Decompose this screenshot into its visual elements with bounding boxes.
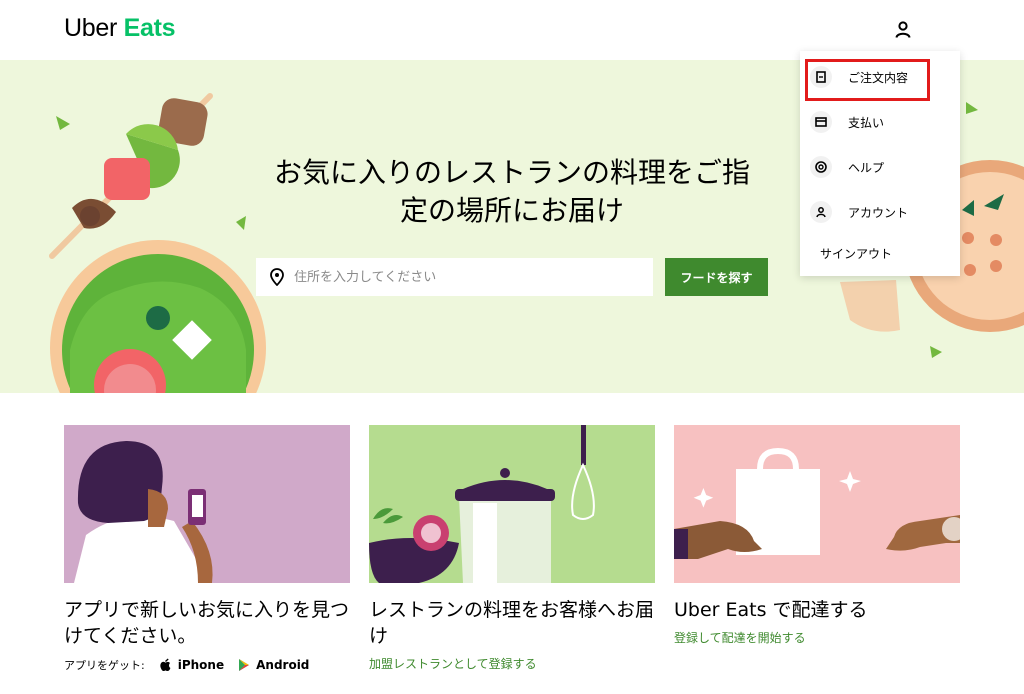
menu-item-help[interactable]: ヘルプ xyxy=(810,149,950,185)
page: Uber Eats お気に入りのレストランの料理をご指 定の場所にお届け 住所を… xyxy=(0,0,1024,694)
iphone-label: iPhone xyxy=(177,658,225,672)
card-app: アプリで新しいお気に入りを見つけてください。 アプリをゲット: iPhone A… xyxy=(64,425,350,673)
person-icon xyxy=(810,201,832,223)
android-label: Android xyxy=(256,658,310,672)
menu-item-label: アカウント xyxy=(848,205,909,220)
menu-item-payment[interactable]: 支払い xyxy=(810,104,950,140)
hero-title-line-2: 定の場所にお届け xyxy=(399,194,624,227)
uber-eats-logo[interactable]: Uber Eats xyxy=(64,14,176,43)
card-restaurant: レストランの料理をお客様へお届け 加盟レストランとして登録する xyxy=(369,425,655,672)
menu-item-label: ご注文内容 xyxy=(848,70,909,85)
card-title: レストランの料理をお客様へお届け xyxy=(369,599,655,647)
menu-item-label: 支払い xyxy=(848,115,885,130)
app-label: アプリをゲット: xyxy=(64,659,145,672)
restaurant-signup-link[interactable]: 加盟レストランとして登録する xyxy=(369,655,655,672)
lifebuoy-icon xyxy=(810,156,832,178)
android-app-link[interactable]: Android xyxy=(238,658,309,672)
address-search-box[interactable] xyxy=(256,258,653,296)
menu-item-sign-out[interactable]: サインアウト xyxy=(810,235,950,271)
hero-title: お気に入りのレストランの料理をご指 定の場所にお届け xyxy=(248,154,776,230)
courier-signup-link[interactable]: 登録して配達を開始する xyxy=(674,629,960,646)
card-restaurant-image xyxy=(369,425,655,583)
card-app-image xyxy=(64,425,350,583)
menu-item-orders[interactable]: ご注文内容 xyxy=(810,59,950,95)
receipt-icon xyxy=(810,66,832,88)
menu-item-label: ヘルプ xyxy=(848,160,885,175)
iphone-app-link[interactable]: iPhone xyxy=(159,658,224,672)
find-food-button[interactable]: フードを探す xyxy=(665,258,768,296)
google-play-icon xyxy=(239,659,250,671)
card-title: アプリで新しいお気に入りを見つけてください。 xyxy=(64,599,350,647)
address-input[interactable] xyxy=(294,269,634,285)
logo-uber: Uber xyxy=(64,14,117,42)
app-download-row: アプリをゲット: iPhone Android xyxy=(64,657,350,673)
account-menu-button[interactable] xyxy=(890,18,916,42)
location-pin-icon xyxy=(270,268,284,286)
account-dropdown-menu: ご注文内容 支払い ヘルプ アカウント サインアウト xyxy=(800,51,960,276)
logo-eats: Eats xyxy=(123,14,176,42)
credit-card-icon xyxy=(810,111,832,133)
card-delivery: Uber Eats で配達する 登録して配達を開始する xyxy=(674,425,960,646)
card-delivery-image xyxy=(674,425,960,583)
card-title: Uber Eats で配達する xyxy=(674,599,868,621)
menu-item-account[interactable]: アカウント xyxy=(810,194,950,230)
apple-icon xyxy=(160,658,171,671)
hero-title-line-1: お気に入りのレストランの料理をご指 xyxy=(273,156,750,189)
person-icon xyxy=(895,21,911,38)
menu-item-label: サインアウト xyxy=(820,246,893,261)
